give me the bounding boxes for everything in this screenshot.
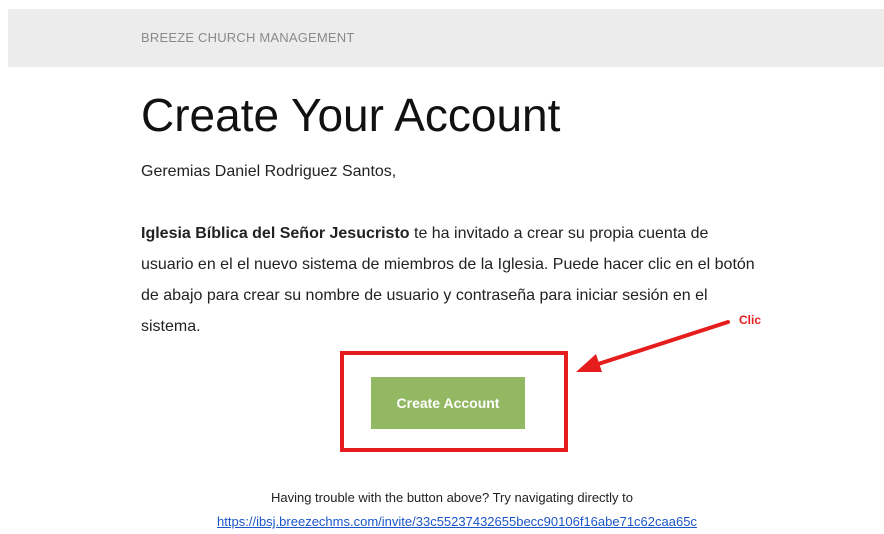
header-bar	[8, 9, 884, 67]
footer-help-text: Having trouble with the button above? Tr…	[270, 490, 634, 505]
church-name: Iglesia Bíblica del Señor Jesucristo	[141, 225, 410, 242]
brand-name: BREEZE CHURCH MANAGEMENT	[141, 30, 355, 45]
annotation-arrow-icon	[576, 320, 730, 372]
page-title: Create Your Account	[141, 89, 561, 141]
create-account-button[interactable]: Create Account	[371, 377, 525, 429]
annotation-label: Clic	[739, 313, 762, 327]
invite-link[interactable]: https://ibsj.breezechms.com/invite/33c55…	[217, 514, 697, 529]
greeting-text: Geremias Daniel Rodriguez Santos,	[141, 163, 397, 180]
email-page: BREEZE CHURCH MANAGEMENT Create Your Acc…	[0, 0, 884, 534]
footer-link-wrapper: https://ibsj.breezechms.com/invite/33c55…	[0, 512, 884, 531]
